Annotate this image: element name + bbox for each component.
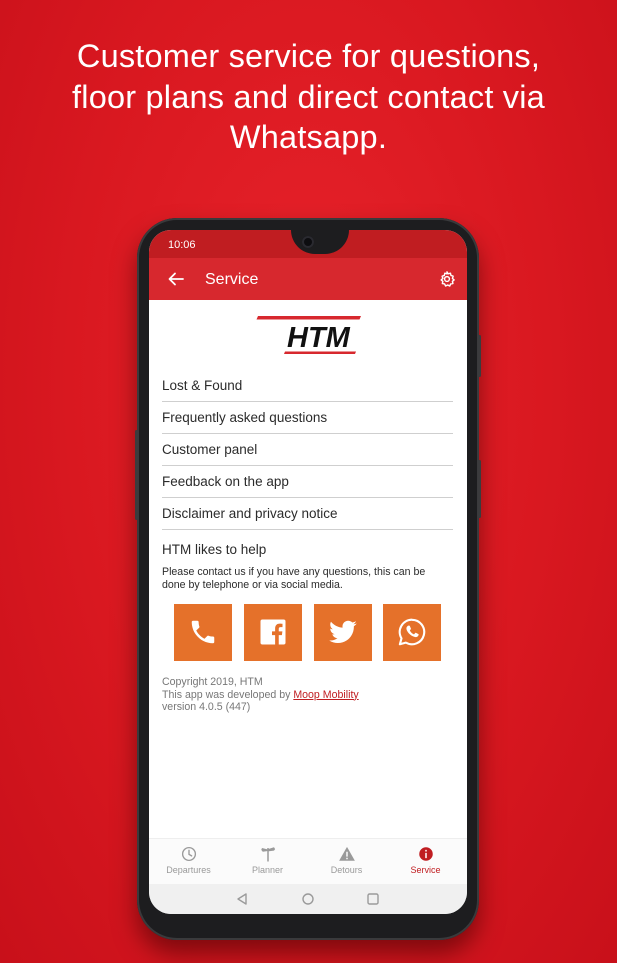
facebook-button[interactable] (244, 604, 302, 661)
developer-line: This app was developed by Moop Mobility (162, 689, 359, 702)
copyright-text: Copyright 2019, HTM (162, 676, 263, 688)
power-button (478, 460, 481, 518)
page-title: Service (205, 271, 259, 288)
menu-item-feedback[interactable]: Feedback on the app (162, 466, 453, 498)
side-button (135, 430, 138, 520)
bottom-navigation: Departures Planner Detours Service (149, 838, 467, 885)
nav-detours[interactable]: Detours (307, 845, 386, 875)
warning-icon (338, 846, 355, 861)
headline-line-2: floor plans and direct contact via (72, 78, 545, 115)
back-arrow-icon[interactable] (166, 269, 186, 289)
htm-logo: HTM (256, 316, 361, 354)
facebook-icon (260, 619, 286, 645)
phone-button[interactable] (174, 604, 232, 661)
logo-text: HTM (287, 322, 351, 354)
phone-screen: 10:06 Service HTM Lost & Found Frequentl… (149, 230, 467, 914)
front-camera (302, 236, 314, 248)
menu-item-label: Frequently asked questions (162, 410, 328, 425)
status-time: 10:06 (168, 239, 196, 251)
system-home-icon[interactable] (301, 892, 315, 906)
headline-line-3: Whatsapp. (229, 119, 388, 155)
menu-item-faq[interactable]: Frequently asked questions (162, 402, 453, 434)
app-bar: Service (149, 258, 467, 300)
info-icon (418, 847, 433, 861)
menu-item-label: Customer panel (162, 442, 258, 457)
menu-item-lost-and-found[interactable]: Lost & Found (162, 370, 453, 402)
settings-gear-icon[interactable] (438, 270, 456, 288)
nav-departures[interactable]: Departures (149, 845, 228, 875)
nav-label: Service (410, 865, 441, 875)
signpost-icon (260, 847, 275, 862)
clock-icon (181, 846, 196, 862)
menu-item-label: Feedback on the app (162, 474, 289, 489)
help-text: Please contact us if you have any questi… (162, 566, 426, 591)
menu-item-customer-panel[interactable]: Customer panel (162, 434, 453, 466)
version-text: version 4.0.5 (447) (162, 701, 251, 713)
nav-label: Detours (330, 865, 363, 875)
nav-label: Planner (251, 865, 284, 875)
developer-link[interactable]: Moop Mobility (293, 689, 358, 701)
developer-prefix: This app was developed by (162, 688, 294, 701)
whatsapp-button[interactable] (383, 604, 441, 661)
headline: Customer service for questions, floor pl… (0, 36, 617, 158)
menu-item-label: Lost & Found (162, 378, 243, 393)
whatsapp-icon (398, 618, 426, 646)
help-title: HTM likes to help (162, 542, 267, 557)
nav-planner[interactable]: Planner (228, 845, 307, 875)
service-menu: Lost & Found Frequently asked questions … (162, 370, 453, 530)
twitter-button[interactable] (314, 604, 372, 661)
headline-line-1: Customer service for questions, (76, 38, 541, 74)
app-info: Copyright 2019, HTM This app was develop… (162, 676, 359, 714)
menu-item-disclaimer[interactable]: Disclaimer and privacy notice (162, 498, 453, 530)
menu-item-label: Disclaimer and privacy notice (162, 506, 338, 521)
system-back-icon[interactable] (235, 892, 249, 906)
nav-service[interactable]: Service (386, 845, 465, 875)
system-navigation-bar (149, 884, 467, 914)
phone-icon (191, 620, 215, 644)
twitter-icon (329, 620, 357, 643)
system-recents-icon[interactable] (366, 892, 380, 906)
nav-label: Departures (166, 865, 211, 875)
volume-button (478, 335, 481, 377)
